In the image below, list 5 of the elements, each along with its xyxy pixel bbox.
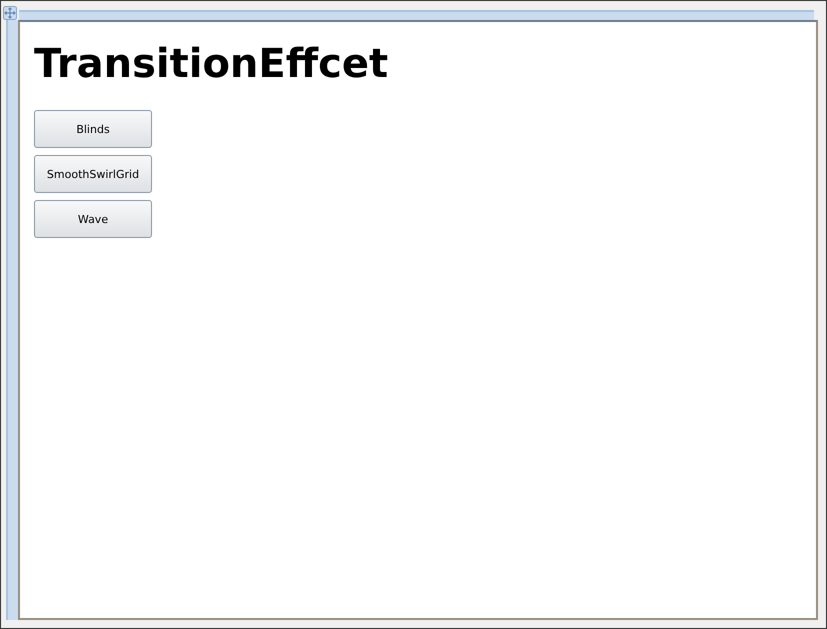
move-handle-icon[interactable] bbox=[3, 6, 17, 20]
page-title: TransitionEffcet bbox=[34, 40, 390, 88]
effect-button[interactable]: Wave bbox=[34, 200, 152, 238]
effect-button[interactable]: SmoothSwirlGrid bbox=[34, 155, 152, 193]
effect-button[interactable]: Blinds bbox=[34, 110, 152, 148]
